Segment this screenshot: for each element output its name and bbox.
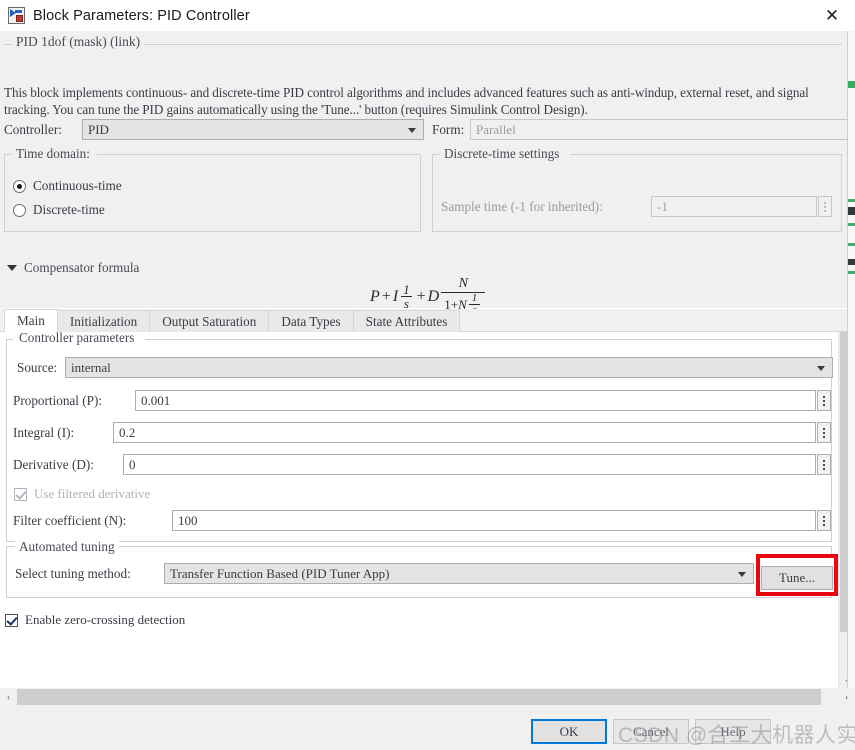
formula-integral-fraction: 1 s xyxy=(400,283,413,311)
formula-d-num: N xyxy=(458,276,468,291)
controller-parameters-legend: Controller parameters xyxy=(15,332,139,346)
derivative-input[interactable]: 0 xyxy=(123,454,816,475)
triangle-down-icon xyxy=(7,265,17,271)
integral-label: Integral (I): xyxy=(13,425,75,440)
checkbox-indicator xyxy=(14,487,27,501)
controller-form-row: Controller: PID Form: Parallel xyxy=(0,119,855,141)
tab-strip: Main Initialization Output Saturation Da… xyxy=(0,309,855,332)
filter-coefficient-stepper[interactable] xyxy=(817,510,831,531)
zero-crossing-label: Enable zero-crossing detection xyxy=(25,612,186,627)
derivative-field-row: 0 xyxy=(123,454,831,475)
time-domain-legend: Time domain: xyxy=(12,146,94,162)
automated-tuning-legend: Automated tuning xyxy=(15,539,119,555)
proportional-input[interactable]: 0.001 xyxy=(135,390,816,411)
chevron-down-icon xyxy=(817,365,825,371)
main-tab-content: Controller parameters Source: internal P… xyxy=(0,332,838,688)
sample-time-field-row: -1 xyxy=(651,196,832,217)
sample-time-input[interactable]: -1 xyxy=(651,196,817,217)
sample-time-label: Sample time (-1 for inherited): xyxy=(441,199,603,214)
form-label: Form: xyxy=(432,122,465,137)
discrete-time-settings-legend: Discrete-time settings xyxy=(440,146,564,162)
tab-output-saturation[interactable]: Output Saturation xyxy=(149,310,270,332)
filter-coefficient-input[interactable]: 100 xyxy=(172,510,816,531)
horizontal-scrollbar[interactable]: ‹ › xyxy=(0,688,855,706)
mask-group-label: PID 1dof (mask) (link) xyxy=(12,34,145,50)
source-select-value: internal xyxy=(71,359,111,375)
proportional-stepper[interactable] xyxy=(817,390,831,411)
automated-tuning-group: Automated tuning Select tuning method: T… xyxy=(6,539,832,598)
controller-parameters-group: Controller parameters Source: internal P… xyxy=(6,332,833,542)
form-value: Parallel xyxy=(470,119,855,140)
radio-indicator xyxy=(13,179,26,193)
tab-main[interactable]: Main xyxy=(4,309,58,332)
tuning-method-select[interactable]: Transfer Function Based (PID Tuner App) xyxy=(164,563,754,584)
top-panel: PID 1dof (mask) (link) This block implem… xyxy=(0,31,855,316)
chevron-down-icon xyxy=(408,127,416,133)
tuning-method-select-value: Transfer Function Based (PID Tuner App) xyxy=(170,565,390,581)
use-filtered-derivative-label: Use filtered derivative xyxy=(34,486,151,501)
window-title: Block Parameters: PID Controller xyxy=(33,7,250,24)
source-label: Source: xyxy=(17,360,58,375)
tune-button-highlight: Tune... xyxy=(756,554,838,596)
formula-i-num: 1 xyxy=(403,281,410,297)
proportional-label: Proportional (P): xyxy=(13,393,103,408)
close-icon[interactable]: ✕ xyxy=(809,0,855,31)
tune-button[interactable]: Tune... xyxy=(761,566,833,590)
tuning-method-label: Select tuning method: xyxy=(15,566,131,581)
radio-discrete-time[interactable]: Discrete-time xyxy=(13,202,105,218)
background-edge-artifacts xyxy=(847,31,855,688)
proportional-field-row: 0.001 xyxy=(135,390,831,411)
compensator-formula-label: Compensator formula xyxy=(24,260,140,275)
tab-data-types[interactable]: Data Types xyxy=(268,310,354,332)
radio-discrete-time-label: Discrete-time xyxy=(33,202,105,217)
tab-state-attributes[interactable]: State Attributes xyxy=(352,310,461,332)
ok-button[interactable]: OK xyxy=(531,719,607,744)
formula-i: I xyxy=(392,287,399,305)
filter-coefficient-label: Filter coefficient (N): xyxy=(13,513,127,528)
integral-field-row: 0.2 xyxy=(113,422,831,443)
tab-initialization[interactable]: Initialization xyxy=(56,310,151,332)
checkbox-indicator xyxy=(5,613,18,627)
time-domain-group: Time domain: Continuous-time Discrete-ti… xyxy=(4,146,421,232)
controller-label: Controller: xyxy=(4,122,62,137)
title-bar: Block Parameters: PID Controller ✕ xyxy=(0,0,855,32)
chevron-down-icon xyxy=(738,571,746,577)
block-parameters-dialog: Block Parameters: PID Controller ✕ PID 1… xyxy=(0,0,855,750)
formula-d: D xyxy=(427,287,440,305)
radio-continuous-time-label: Continuous-time xyxy=(33,178,122,193)
zero-crossing-checkbox[interactable]: Enable zero-crossing detection xyxy=(5,612,185,628)
filter-coefficient-field-row: 100 xyxy=(172,510,831,531)
derivative-stepper[interactable] xyxy=(817,454,831,475)
radio-continuous-time[interactable]: Continuous-time xyxy=(13,178,122,194)
formula-plus-1: + xyxy=(381,287,391,305)
horizontal-scrollbar-thumb[interactable] xyxy=(17,689,821,705)
scroll-right-icon[interactable]: › xyxy=(838,688,855,706)
use-filtered-derivative-checkbox[interactable]: Use filtered derivative xyxy=(14,486,150,502)
dialog-button-bar: OK Cancel Help xyxy=(0,706,855,750)
controller-select[interactable]: PID xyxy=(82,119,424,140)
integral-stepper[interactable] xyxy=(817,422,831,443)
block-description: This block implements continuous- and di… xyxy=(4,85,809,117)
formula-p: P xyxy=(370,287,380,305)
formula-d-inner-num: 1 xyxy=(471,291,478,304)
simulink-block-icon xyxy=(8,7,25,24)
sample-time-stepper[interactable] xyxy=(818,196,832,217)
source-select[interactable]: internal xyxy=(65,357,833,378)
radio-indicator xyxy=(13,203,26,217)
scroll-left-icon[interactable]: ‹ xyxy=(0,688,17,706)
compensator-formula-toggle[interactable]: Compensator formula xyxy=(7,260,139,276)
derivative-label: Derivative (D): xyxy=(13,457,94,472)
discrete-time-settings-group: Discrete-time settings Sample time (-1 f… xyxy=(432,146,842,232)
help-button[interactable]: Help xyxy=(695,719,771,744)
formula-plus-2: + xyxy=(416,287,426,305)
integral-input[interactable]: 0.2 xyxy=(113,422,816,443)
controller-select-value: PID xyxy=(88,121,109,137)
cancel-button[interactable]: Cancel xyxy=(613,719,689,744)
